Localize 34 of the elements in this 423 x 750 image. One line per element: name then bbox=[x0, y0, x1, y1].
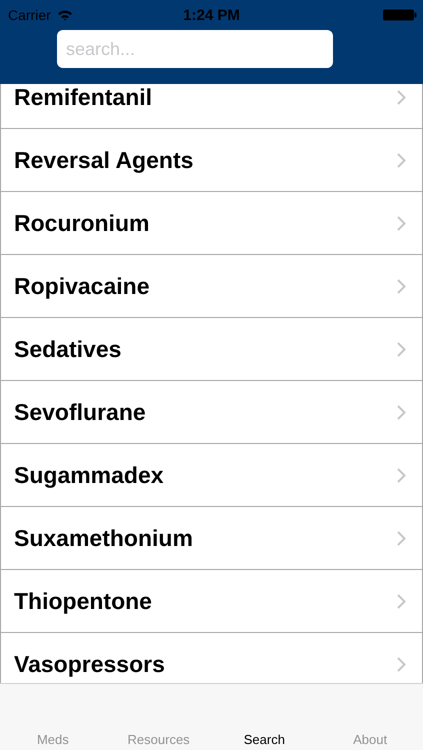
item-label: Sugammadex bbox=[14, 462, 164, 488]
list-item[interactable]: Sugammadex bbox=[0, 444, 423, 507]
wifi-icon bbox=[56, 9, 73, 21]
item-label: Remifentanil bbox=[14, 84, 152, 110]
chevron-icon bbox=[397, 468, 406, 482]
tab[interactable]: Search bbox=[244, 732, 285, 750]
item-label: Sedatives bbox=[14, 336, 122, 362]
item-label: Suxamethonium bbox=[14, 525, 193, 551]
list-item[interactable]: Ropivacaine bbox=[0, 255, 423, 318]
chevron-icon bbox=[397, 90, 406, 104]
list-item[interactable]: Remifentanil bbox=[0, 84, 423, 129]
chevron-icon bbox=[397, 594, 406, 608]
item-label: Sevoflurane bbox=[14, 399, 146, 425]
list-item[interactable]: Thiopentone bbox=[0, 570, 423, 633]
status-time: 1:24 PM bbox=[183, 6, 240, 24]
carrier-label: Carrier bbox=[8, 7, 51, 23]
chevron-icon bbox=[397, 656, 406, 672]
chevron-icon bbox=[397, 342, 406, 356]
list-item[interactable]: Sedatives bbox=[0, 318, 423, 381]
battery-icon bbox=[383, 9, 417, 21]
list-item[interactable]: Rocuronium bbox=[0, 192, 423, 255]
chevron-icon bbox=[397, 216, 406, 230]
item-label: Thiopentone bbox=[14, 588, 152, 614]
item-label: Reversal Agents bbox=[14, 147, 194, 173]
item-label: Vasopressors bbox=[14, 651, 165, 677]
item-label: Ropivacaine bbox=[14, 273, 150, 299]
chevron-icon bbox=[397, 278, 406, 294]
chevron-icon bbox=[397, 404, 406, 420]
chevron-icon bbox=[397, 152, 406, 168]
list-item[interactable]: Suxamethonium bbox=[0, 507, 423, 570]
list-item[interactable]: Reversal Agents bbox=[0, 129, 423, 192]
item-label: Rocuronium bbox=[14, 210, 150, 236]
chevron-icon bbox=[397, 530, 406, 546]
list-item[interactable]: Sevoflurane bbox=[0, 381, 423, 444]
